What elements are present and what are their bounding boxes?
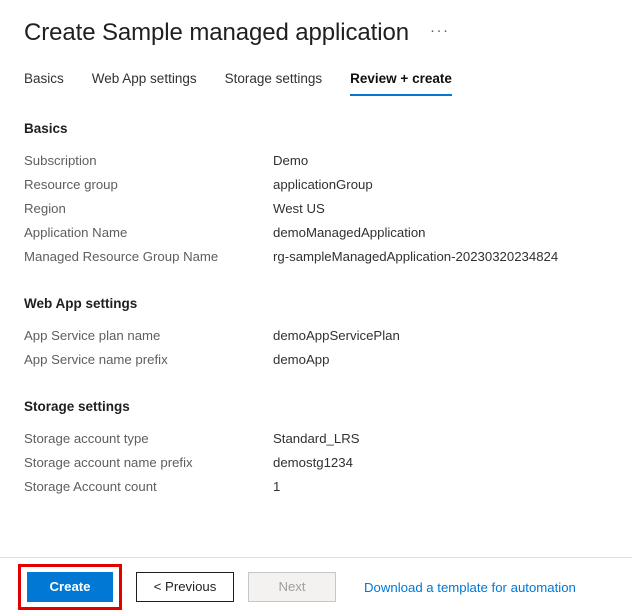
section-web-app-settings: Web App settings App Service plan name d… [24,295,608,372]
summary-row: Application Name demoManagedApplication [24,221,608,245]
overflow-menu-icon[interactable]: ··· [427,20,453,47]
create-button-highlight: Create [18,564,122,610]
summary-row: Subscription Demo [24,149,608,173]
section-title: Storage settings [24,399,130,414]
row-label: Storage account type [24,431,149,446]
tab-basics[interactable]: Basics [24,70,64,96]
summary-row: Storage Account count 1 [24,475,608,499]
row-label: Region [24,201,66,216]
row-label: App Service plan name [24,328,161,343]
row-label: Storage Account count [24,479,157,494]
previous-button[interactable]: < Previous [136,572,234,602]
row-value: rg-sampleManagedApplication-202303202348… [273,249,559,264]
section-title: Web App settings [24,296,138,311]
summary-row: Managed Resource Group Name rg-sampleMan… [24,245,608,269]
row-value: demostg1234 [273,455,353,470]
row-label: Subscription [24,153,97,168]
tab-review-create[interactable]: Review + create [350,70,452,96]
tab-storage-settings[interactable]: Storage settings [225,70,323,96]
row-value: demoApp [273,352,330,367]
row-value: demoManagedApplication [273,225,426,240]
row-label: Storage account name prefix [24,455,193,470]
row-value: Standard_LRS [273,431,360,446]
section-basics: Basics Subscription Demo Resource group … [24,120,608,269]
row-value: West US [273,201,325,216]
wizard-footer: Create < Previous Next Download a templa… [0,557,632,616]
row-value: Demo [273,153,309,168]
tab-web-app-settings[interactable]: Web App settings [92,70,197,96]
download-template-link[interactable]: Download a template for automation [364,580,576,595]
row-label: Resource group [24,177,118,192]
row-value: 1 [273,479,281,494]
next-button: Next [248,572,336,602]
row-value: demoAppServicePlan [273,328,400,343]
summary-row: Resource group applicationGroup [24,173,608,197]
row-label: Application Name [24,225,128,240]
summary-row: App Service plan name demoAppServicePlan [24,324,608,348]
page-title: Create Sample managed application [24,19,409,46]
row-label: Managed Resource Group Name [24,249,219,264]
section-storage-settings: Storage settings Storage account type St… [24,398,608,499]
row-value: applicationGroup [273,177,373,192]
create-button[interactable]: Create [27,572,113,602]
review-content: Basics Subscription Demo Resource group … [0,120,632,499]
page-header: Create Sample managed application ··· [0,0,632,48]
summary-row: Storage account name prefix demostg1234 [24,451,608,475]
wizard-tabs: Basics Web App settings Storage settings… [0,48,632,96]
summary-row: Region West US [24,197,608,221]
create-managed-application-page: Create Sample managed application ··· Ba… [0,0,632,616]
row-label: App Service name prefix [24,352,168,367]
summary-row: Storage account type Standard_LRS [24,427,608,451]
summary-row: App Service name prefix demoApp [24,348,608,372]
section-title: Basics [24,121,68,136]
